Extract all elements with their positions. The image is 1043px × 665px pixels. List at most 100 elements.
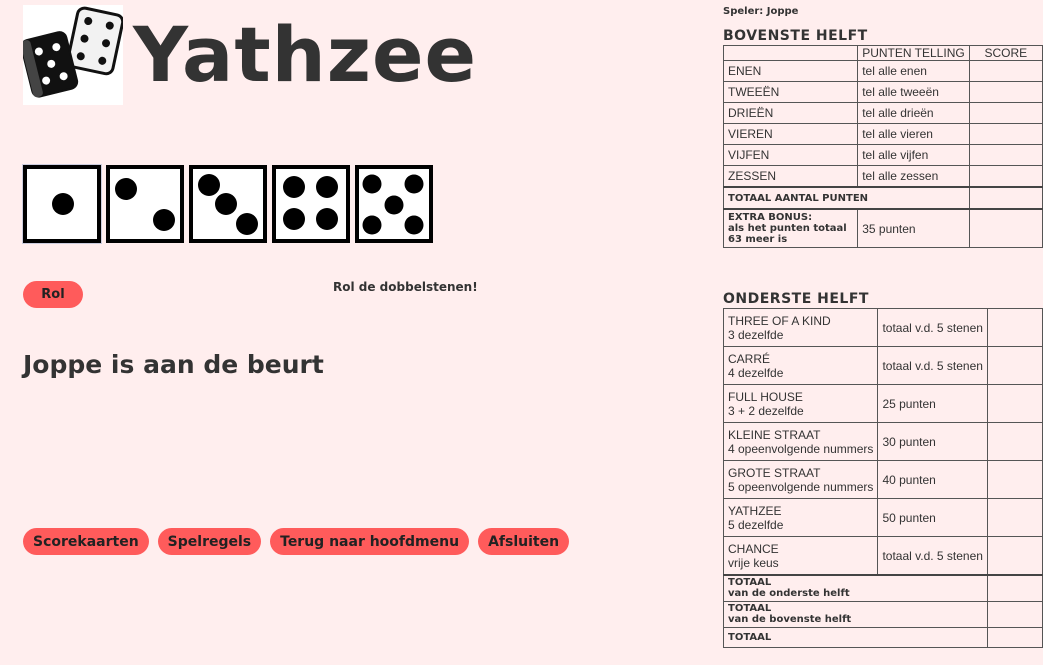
die-pip [283, 176, 305, 198]
score-cell-full-house[interactable] [986, 384, 1043, 423]
score-cell-vieren[interactable] [968, 123, 1043, 145]
score-cell-vijfen[interactable] [968, 144, 1043, 166]
die-4[interactable] [272, 165, 350, 243]
table-row: VIEREN tel alle vieren [722, 123, 1043, 145]
die-pip [153, 209, 175, 231]
upper-total-carry-value [986, 600, 1043, 628]
category-name: GROTE STRAAT [728, 465, 821, 480]
die-pip [52, 193, 74, 215]
upper-total-carry-label-cell: TOTAAL van de bovenste helft [723, 600, 988, 628]
die-pip [316, 176, 338, 198]
lower-total-label: TOTAAL [728, 577, 772, 589]
table-row: ENEN tel alle enen [722, 60, 1043, 82]
category-name: DRIEËN [722, 102, 859, 124]
die-pip [283, 208, 305, 230]
category-rule: totaal v.d. 5 stenen [877, 308, 988, 347]
score-cell-tweeen[interactable] [968, 81, 1043, 103]
die-pip [404, 174, 424, 194]
category-rule: tel alle vijfen [857, 144, 970, 166]
upper-total-value [968, 186, 1043, 210]
die-3[interactable] [189, 165, 267, 243]
lower-total-value [986, 574, 1043, 602]
bonus-row: EXTRA BONUS: als het punten totaal 63 me… [722, 208, 1043, 248]
die-1[interactable] [22, 164, 102, 244]
roll-button[interactable]: Rol [23, 281, 83, 308]
score-cell-zessen[interactable] [968, 165, 1043, 188]
bonus-desc: als het punten totaal 63 meer is [728, 223, 847, 245]
category-cell: CARRÉ 4 dezelfde [722, 346, 879, 385]
lower-section-heading: ONDERSTE HELFT [723, 291, 869, 307]
table-row: KLEINE STRAAT 4 opeenvolgende nummers 30 … [722, 422, 1043, 461]
score-cell-carre[interactable] [986, 346, 1043, 385]
rules-button[interactable]: Spelregels [157, 528, 262, 555]
category-rule: tel alle enen [857, 60, 970, 82]
category-cell: FULL HOUSE 3 + 2 dezelfde [722, 384, 879, 423]
category-cell: GROTE STRAAT 5 opeenvolgende nummers [722, 460, 879, 499]
lower-score-table: THREE OF A KIND 3 dezelfde totaal v.d. 5 … [722, 308, 1043, 648]
col-header-points: PUNTEN TELLING [857, 45, 970, 61]
upper-total-row: TOTAAL AANTAL PUNTEN [723, 186, 1043, 210]
upper-total-carry-desc: van de bovenste helft [728, 614, 852, 625]
die-5[interactable] [355, 165, 433, 243]
bottom-nav: Scorekaarten Spelregels Terug naar hoofd… [23, 528, 570, 555]
category-rule: 50 punten [877, 498, 988, 537]
main-menu-button[interactable]: Terug naar hoofdmenu [270, 528, 470, 555]
table-row: CARRÉ 4 dezelfde totaal v.d. 5 stenen [722, 346, 1043, 385]
upper-section-heading: BOVENSTE HELFT [723, 28, 868, 44]
grand-total-label: TOTAAL [723, 626, 988, 648]
table-row: CHANCE vrije keus totaal v.d. 5 stenen [722, 536, 1043, 576]
die-2[interactable] [106, 165, 184, 243]
category-cell: YATHZEE 5 dezelfde [722, 498, 879, 537]
category-name: CHANCE [728, 541, 779, 556]
category-desc: 4 opeenvolgende nummers [728, 441, 874, 456]
turn-indicator: Joppe is aan de beurt [23, 350, 324, 379]
category-rule: 30 punten [877, 422, 988, 461]
category-name: YATHZEE [728, 503, 782, 518]
die-pip [404, 215, 424, 235]
lower-total-row: TOTAAL van de onderste helft [723, 574, 1043, 602]
die-pip [362, 215, 382, 235]
grand-total-value [986, 626, 1043, 648]
score-cell-enen[interactable] [968, 60, 1043, 82]
lower-total-desc: van de onderste helft [728, 588, 850, 600]
table-row: YATHZEE 5 dezelfde 50 punten [722, 498, 1043, 537]
quit-button[interactable]: Afsluiten [478, 528, 570, 555]
die-pip [384, 195, 404, 215]
upper-score-table: PUNTEN TELLING SCORE ENEN tel alle enen … [722, 45, 1043, 248]
table-header-empty [722, 45, 859, 61]
category-desc: 5 dezelfde [728, 517, 784, 532]
dice-row [22, 164, 433, 244]
player-label: Speler: Joppe [723, 6, 799, 17]
roll-message: Rol de dobbelstenen! [333, 280, 478, 294]
category-desc: 3 dezelfde [728, 327, 784, 342]
table-row: GROTE STRAAT 5 opeenvolgende nummers 40 p… [722, 460, 1043, 499]
category-name: CARRÉ [728, 351, 771, 366]
table-row: VIJFEN tel alle vijfen [722, 144, 1043, 166]
bonus-label: EXTRA BONUS: [728, 212, 813, 223]
bonus-label-cell: EXTRA BONUS: als het punten totaal 63 me… [722, 208, 859, 248]
upper-total-carry-label: TOTAAL [728, 603, 772, 614]
die-pip [115, 178, 137, 200]
table-row: ZESSEN tel alle zessen [722, 165, 1043, 188]
category-rule: 25 punten [877, 384, 988, 423]
category-rule: tel alle zessen [857, 165, 970, 188]
category-rule: tel alle vieren [857, 123, 970, 145]
score-cell-kleine-straat[interactable] [986, 422, 1043, 461]
table-row: FULL HOUSE 3 + 2 dezelfde 25 punten [722, 384, 1043, 423]
lower-total-label-cell: TOTAAL van de onderste helft [723, 574, 988, 602]
category-cell: THREE OF A KIND 3 dezelfde [722, 308, 879, 347]
category-desc: vrije keus [728, 555, 779, 570]
category-name: FULL HOUSE [728, 389, 803, 404]
category-cell: KLEINE STRAAT 4 opeenvolgende nummers [722, 422, 879, 461]
scorecards-button[interactable]: Scorekaarten [23, 528, 149, 555]
die-pip [215, 193, 237, 215]
upper-total-label: TOTAAL AANTAL PUNTEN [723, 186, 970, 210]
score-cell-yathzee[interactable] [986, 498, 1043, 537]
grand-total-row: TOTAAL [723, 626, 1043, 648]
score-cell-chance[interactable] [986, 536, 1043, 576]
col-header-score: SCORE [968, 45, 1043, 61]
table-row: TWEEËN tel alle tweeën [722, 81, 1043, 103]
score-cell-grote-straat[interactable] [986, 460, 1043, 499]
score-cell-drieen[interactable] [968, 102, 1043, 124]
score-cell-three-of-a-kind[interactable] [986, 308, 1043, 347]
